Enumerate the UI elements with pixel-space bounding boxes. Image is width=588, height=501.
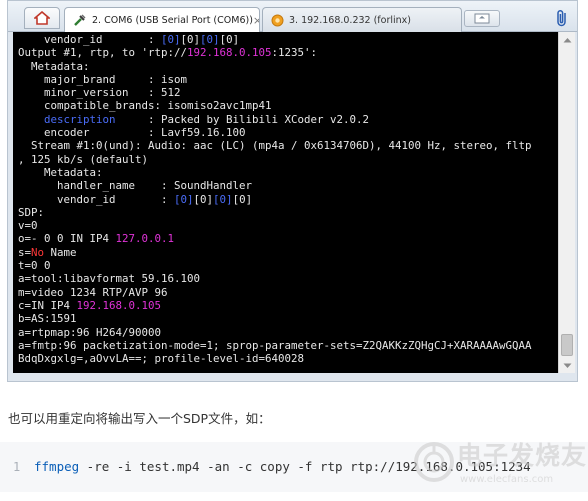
- terminal-text: BdqDxgxlg=,aOvvLA==; profile-level-id=64…: [18, 352, 305, 366]
- terminal-lines: vendor_id : [0][0][0][0] Output #1, rtp, …: [18, 33, 558, 365]
- terminal-text: , 125 kb/s (default): [18, 152, 149, 166]
- terminal-text: Metadata:: [18, 165, 103, 179]
- terminal-window: 2. COM6 (USB Serial Port (COM6)) × 3. 19…: [7, 0, 578, 382]
- serial-port-icon: [73, 13, 87, 27]
- terminal-text: Name: [44, 245, 77, 259]
- terminal-text: compatible_brands: isomiso2avc1mp41: [18, 99, 272, 113]
- terminal-line: major_brand : isom: [18, 73, 558, 86]
- terminal-line: vendor_id : [0][0][0][0]: [18, 33, 558, 46]
- terminal-line: vendor_id : [0][0][0][0]: [18, 193, 558, 206]
- terminal-line: encoder : Lavf59.16.100: [18, 126, 558, 139]
- paperclip-icon: [557, 9, 566, 27]
- terminal-text: m=video 1234 RTP/AVP 96: [18, 285, 168, 299]
- terminal-output[interactable]: vendor_id : [0][0][0][0] Output #1, rtp, …: [13, 32, 558, 373]
- terminal-text: encoder : Lavf59.16.100: [18, 126, 246, 140]
- close-tab-icon[interactable]: ×: [253, 14, 259, 27]
- tab-label: 2. COM6 (USB Serial Port (COM6)): [92, 14, 253, 26]
- terminal-text: No: [31, 245, 45, 259]
- terminal-line: Metadata:: [18, 60, 558, 73]
- terminal-text: Stream #1:0(und): Audio: aac (LC) (mp4a …: [18, 139, 532, 153]
- tab-label: 3. 192.168.0.232 (forlinx): [289, 14, 412, 26]
- code-block: 1 ffmpeg -re -i test.mp4 -an -c copy -f …: [0, 442, 588, 492]
- terminal-text: SDP:: [18, 205, 45, 219]
- terminal-line: Stream #1:0(und): Audio: aac (LC) (mp4a …: [18, 139, 558, 152]
- terminal-line: Output #1, rtp, to 'rtp://192.168.0.105:…: [18, 46, 558, 59]
- ssh-session-icon: [271, 14, 284, 27]
- terminal-text: minor_version : 512: [18, 86, 181, 100]
- terminal-line: compatible_brands: isomiso2avc1mp41: [18, 99, 558, 112]
- terminal-line: s=No Name: [18, 246, 558, 259]
- terminal-text: o=- 0 0 IN IP4: [18, 232, 116, 246]
- code-arguments: -re -i test.mp4 -an -c copy -f rtp rtp:/…: [79, 459, 531, 474]
- terminal-line: handler_name : SoundHandler: [18, 179, 558, 192]
- attach-button[interactable]: [553, 8, 571, 28]
- terminal-line: o=- 0 0 IN IP4 127.0.0.1: [18, 232, 558, 245]
- scroll-thumb[interactable]: [561, 334, 573, 356]
- terminal-text: [0]: [200, 33, 220, 46]
- terminal-text: s=: [18, 245, 32, 259]
- terminal-text: Metadata:: [18, 59, 90, 73]
- home-button[interactable]: [24, 7, 60, 29]
- terminal-text: vendor_id :: [18, 33, 162, 46]
- terminal-line: t=0 0: [18, 259, 558, 272]
- terminal-line: description : Packed by Bilibili XCoder …: [18, 113, 558, 126]
- terminal-text: 192.168.0.105: [76, 298, 162, 312]
- terminal-text: major_brand : isom: [18, 72, 188, 86]
- terminal-text: a=rtpmap:96 H264/90000: [18, 325, 162, 339]
- terminal-text: t=0 0: [18, 259, 51, 273]
- home-icon: [34, 11, 50, 25]
- terminal-text: [0]: [219, 33, 240, 46]
- scroll-down-icon[interactable]: [559, 358, 575, 373]
- terminal-text: b=AS:1591: [18, 312, 77, 326]
- terminal-text: : Packed by Bilibili XCoder v2.0.2: [115, 112, 370, 126]
- terminal-text: Output #1, rtp, to 'rtp://: [18, 46, 188, 60]
- vertical-scrollbar[interactable]: [558, 32, 575, 373]
- terminal-line: a=fmtp:96 packetization-mode=1; sprop-pa…: [18, 339, 558, 352]
- terminal-text: a=tool:libavformat 59.16.100: [18, 272, 201, 286]
- code-command: ffmpeg: [34, 459, 80, 474]
- terminal-text: a=fmtp:96 packetization-mode=1; sprop-pa…: [18, 338, 532, 352]
- terminal-line: b=AS:1591: [18, 312, 558, 325]
- terminal-text: [0]: [232, 192, 253, 206]
- terminal-line: minor_version : 512: [18, 86, 558, 99]
- terminal-text: [0]: [193, 192, 214, 206]
- terminal-line: a=tool:libavformat 59.16.100: [18, 272, 558, 285]
- new-tab-button[interactable]: [464, 10, 500, 27]
- code-line-number: 1: [13, 460, 21, 474]
- terminal-line: v=0: [18, 219, 558, 232]
- tab-com6[interactable]: 2. COM6 (USB Serial Port (COM6)) ×: [64, 7, 260, 32]
- terminal-text: [0]: [213, 192, 233, 206]
- terminal-text: description: [44, 112, 116, 126]
- tab-bar: 2. COM6 (USB Serial Port (COM6)) × 3. 19…: [8, 1, 577, 32]
- new-tab-icon: [474, 13, 490, 24]
- terminal-line: BdqDxgxlg=,aOvvLA==; profile-level-id=64…: [18, 352, 558, 365]
- tab-forlinx[interactable]: 3. 192.168.0.232 (forlinx): [262, 7, 462, 32]
- terminal-line: m=video 1234 RTP/AVP 96: [18, 286, 558, 299]
- terminal-text: vendor_id :: [18, 192, 175, 206]
- terminal-line: SDP:: [18, 206, 558, 219]
- article-paragraph: 也可以用重定向将输出写入一个SDP文件，如：: [8, 411, 271, 426]
- terminal-text: [0]: [180, 33, 201, 46]
- code-line: ffmpeg -re -i test.mp4 -an -c copy -f rt…: [34, 459, 531, 474]
- terminal-text: v=0: [18, 219, 38, 233]
- terminal-line: c=IN IP4 192.168.0.105: [18, 299, 558, 312]
- terminal-text: [0]: [174, 192, 194, 206]
- scroll-up-icon[interactable]: [559, 32, 575, 47]
- terminal-text: handler_name : SoundHandler: [18, 179, 253, 193]
- terminal-line: , 125 kb/s (default): [18, 153, 558, 166]
- terminal-text: :1235':: [271, 46, 318, 60]
- terminal-text: 192.168.0.105: [187, 46, 272, 60]
- terminal-text: [0]: [161, 33, 181, 46]
- terminal-line: Metadata:: [18, 166, 558, 179]
- terminal-line: a=rtpmap:96 H264/90000: [18, 326, 558, 339]
- terminal-text: 127.0.0.1: [115, 232, 175, 246]
- terminal-text: c=IN IP4: [18, 298, 77, 312]
